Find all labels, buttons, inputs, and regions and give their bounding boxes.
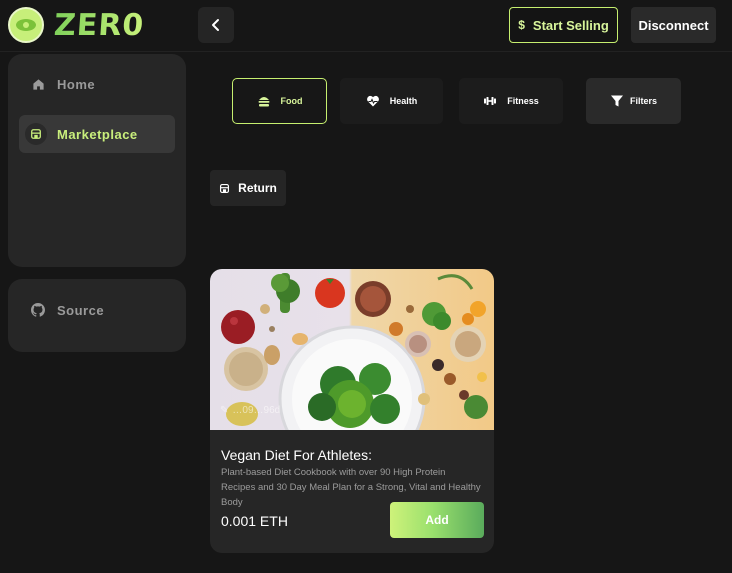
sidebar-item-source[interactable]: Source (19, 291, 175, 329)
product-image: ✎ …09…96d (210, 269, 494, 430)
brand-name: ZER0 (52, 7, 146, 43)
back-button[interactable] (198, 7, 234, 43)
start-selling-button[interactable]: $ Start Selling (509, 7, 618, 43)
filters-button[interactable]: Filters (586, 78, 681, 124)
heart-pulse-icon (366, 95, 379, 107)
dumbbell-icon (484, 97, 497, 105)
tab-label: Fitness (507, 96, 539, 106)
top-bar: ZER0 $ Start Selling Disconnect (0, 0, 732, 52)
filter-icon (610, 95, 623, 107)
sidebar-item-label: Home (57, 76, 96, 92)
product-card[interactable]: ✎ …09…96d Vegan Diet For Athletes: Plant… (210, 269, 494, 553)
product-price: 0.001 ETH (221, 513, 288, 529)
logo[interactable]: ZER0 (8, 7, 146, 43)
store-icon (25, 123, 47, 145)
burger-icon (258, 97, 269, 107)
disconnect-button[interactable]: Disconnect (631, 7, 716, 43)
filters-label: Filters (629, 96, 657, 106)
sidebar-secondary: Source (8, 279, 186, 352)
tab-health[interactable]: Health (340, 78, 443, 124)
logo-mark-icon (8, 7, 44, 43)
sidebar-item-label: Source (57, 302, 105, 318)
tab-fitness[interactable]: Fitness (459, 78, 563, 124)
edit-icon: ✎ (220, 405, 229, 416)
return-label: Return (238, 181, 277, 195)
product-title: Vegan Diet For Athletes: (221, 447, 372, 463)
home-icon (29, 75, 47, 93)
dollar-icon: $ (518, 18, 525, 32)
tab-label: Health (389, 96, 418, 106)
chevron-left-icon (212, 19, 219, 31)
sidebar-nav: Home Marketplace (8, 54, 186, 267)
github-icon (29, 301, 47, 319)
image-caption-text: …09…96d (232, 405, 281, 416)
store-icon (220, 183, 230, 193)
start-selling-label: Start Selling (532, 17, 609, 33)
sidebar-item-label: Marketplace (57, 126, 138, 142)
add-button[interactable]: Add (390, 502, 484, 538)
tab-label: Food (280, 96, 303, 106)
image-caption: ✎ …09…96d (220, 405, 280, 416)
tab-food[interactable]: Food (232, 78, 327, 124)
sidebar-item-home[interactable]: Home (19, 65, 175, 103)
return-button[interactable]: Return (210, 170, 286, 206)
sidebar-item-marketplace[interactable]: Marketplace (19, 115, 175, 153)
